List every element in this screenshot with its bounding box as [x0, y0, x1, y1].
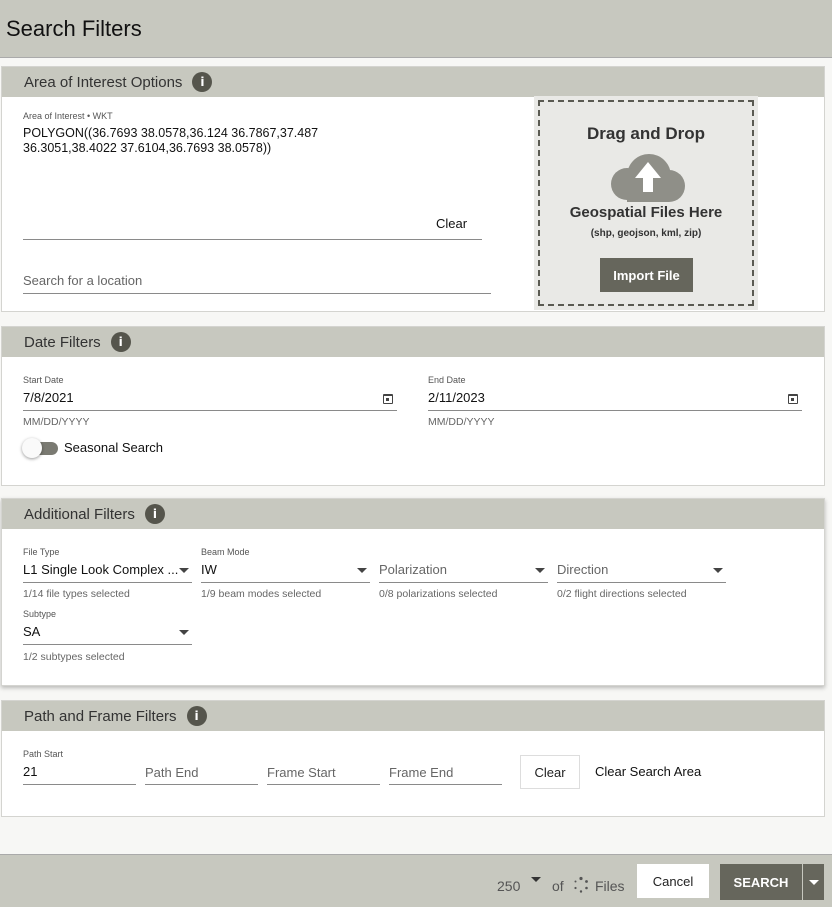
- search-options-button[interactable]: [803, 864, 824, 900]
- dropzone-title: Drag and Drop: [586, 124, 706, 143]
- end-date-hint: MM/DD/YYYY: [428, 416, 495, 428]
- cloud-upload-icon: [611, 154, 685, 202]
- page-title: Search Filters: [6, 16, 142, 41]
- info-icon[interactable]: i: [110, 332, 131, 352]
- start-date-hint: MM/DD/YYYY: [23, 416, 90, 428]
- subtype-underline: [23, 644, 192, 645]
- date-panel: Date Filters i: [1, 326, 825, 486]
- location-search-underline: [23, 293, 491, 294]
- info-icon[interactable]: i: [144, 504, 165, 524]
- beam-mode-underline: [201, 582, 370, 583]
- start-date-underline: [23, 410, 397, 411]
- chevron-down-icon[interactable]: [713, 568, 723, 573]
- wkt-line-1[interactable]: POLYGON((36.7693 38.0578,36.124 36.7867,…: [23, 126, 318, 140]
- info-icon[interactable]: i: [192, 72, 213, 92]
- chevron-down-icon[interactable]: [179, 568, 189, 573]
- file-dropzone[interactable]: Drag and Drop Geospatial Files Here (shp…: [534, 96, 758, 310]
- subtype-label: Subtype: [23, 609, 57, 619]
- frame-start-input[interactable]: Frame Start: [267, 765, 336, 780]
- path-frame-panel-title: Path and Frame Filters: [24, 707, 177, 725]
- dropzone-subtitle: Geospatial Files Here: [569, 204, 723, 221]
- path-start-label: Path Start: [23, 749, 64, 759]
- seasonal-search-label: Seasonal Search: [64, 440, 164, 455]
- wkt-line-2[interactable]: 36.3051,38.4022 37.6104,36.7693 38.0578)…: [23, 141, 271, 155]
- start-date-label: Start Date: [23, 375, 64, 385]
- frame-end-underline: [389, 784, 502, 785]
- clear-search-area-button[interactable]: Clear Search Area: [595, 764, 701, 779]
- aoi-panel-title: Area of Interest Options: [24, 73, 183, 91]
- start-date-input[interactable]: 7/8/2021: [23, 390, 74, 405]
- subtype-select[interactable]: SA: [23, 624, 40, 639]
- end-date-label: End Date: [428, 375, 466, 385]
- frame-start-underline: [267, 784, 380, 785]
- file-type-underline: [23, 582, 192, 583]
- import-file-button[interactable]: Import File: [600, 258, 693, 292]
- chevron-down-icon[interactable]: [531, 877, 541, 882]
- path-start-input[interactable]: 21: [23, 764, 37, 779]
- aoi-panel-header: Area of Interest Options i: [2, 67, 824, 97]
- frame-end-input[interactable]: Frame End: [389, 765, 453, 780]
- direction-select[interactable]: Direction: [557, 562, 608, 577]
- additional-panel-header: Additional Filters i: [2, 499, 824, 529]
- subtype-hint: 1/2 subtypes selected: [23, 651, 125, 663]
- max-results-select[interactable]: 250: [497, 878, 520, 894]
- path-end-underline: [145, 784, 258, 785]
- location-search-input[interactable]: Search for a location: [23, 273, 142, 288]
- seasonal-toggle[interactable]: [22, 438, 42, 458]
- path-start-underline: [23, 784, 136, 785]
- calendar-icon[interactable]: [383, 394, 393, 404]
- file-type-label: File Type: [23, 547, 60, 557]
- loading-spinner-icon: [574, 876, 588, 893]
- file-type-select[interactable]: L1 Single Look Complex ...: [23, 562, 178, 577]
- chevron-down-icon[interactable]: [179, 630, 189, 635]
- calendar-icon[interactable]: [788, 394, 798, 404]
- beam-mode-hint: 1/9 beam modes selected: [201, 588, 322, 600]
- date-panel-title: Date Filters: [24, 333, 101, 351]
- chevron-down-icon[interactable]: [357, 568, 367, 573]
- of-label: of: [552, 878, 564, 894]
- polarization-underline: [379, 582, 548, 583]
- file-type-hint: 1/14 file types selected: [23, 588, 130, 600]
- chevron-down-icon[interactable]: [535, 568, 545, 573]
- cancel-button[interactable]: Cancel: [637, 864, 709, 898]
- path-frame-panel: Path and Frame Filters i: [1, 700, 825, 817]
- wkt-label: Area of Interest • WKT: [23, 111, 113, 121]
- end-date-input[interactable]: 2/11/2023: [428, 390, 485, 405]
- polarization-hint: 0/8 polarizations selected: [379, 588, 498, 600]
- path-frame-panel-header: Path and Frame Filters i: [2, 701, 824, 731]
- wkt-clear-button[interactable]: Clear: [436, 216, 467, 231]
- chevron-down-icon: [809, 880, 819, 885]
- polarization-select[interactable]: Polarization: [379, 562, 447, 577]
- dropzone-formats: (shp, geojson, kml, zip): [590, 228, 702, 239]
- search-button[interactable]: SEARCH: [720, 864, 802, 900]
- date-panel-header: Date Filters i: [2, 327, 824, 357]
- top-bar: Search Filters: [0, 0, 832, 58]
- info-icon[interactable]: i: [186, 706, 207, 726]
- beam-mode-label: Beam Mode: [201, 547, 250, 557]
- files-label: Files: [595, 878, 625, 894]
- beam-mode-select[interactable]: IW: [201, 562, 217, 577]
- direction-hint: 0/2 flight directions selected: [557, 588, 687, 600]
- path-frame-clear-button[interactable]: Clear: [520, 755, 580, 789]
- additional-panel-title: Additional Filters: [24, 505, 135, 523]
- wkt-field-underline: [23, 239, 482, 240]
- direction-underline: [557, 582, 726, 583]
- end-date-underline: [428, 410, 802, 411]
- path-end-input[interactable]: Path End: [145, 765, 199, 780]
